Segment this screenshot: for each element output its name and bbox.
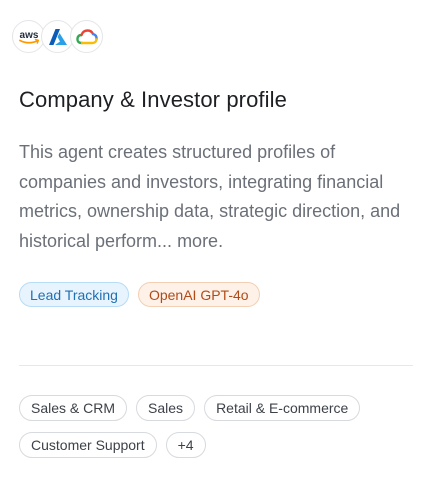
category-tags: Sales & CRM Sales Retail & E-commerce Cu… [19,395,419,458]
card-title: Company & Investor profile [19,87,287,112]
badge-row: Lead Tracking OpenAI GPT-4o [19,282,260,307]
divider [19,365,413,366]
provider-logos: aws [12,20,103,53]
more-link[interactable]: more. [177,231,223,251]
tag-sales[interactable]: Sales [136,395,196,421]
card-description: This agent creates structured profiles o… [19,138,411,256]
google-cloud-icon [70,20,103,53]
tag-sales-crm[interactable]: Sales & CRM [19,395,128,421]
tag-customer-support[interactable]: Customer Support [19,432,157,458]
agent-card[interactable]: aws Company & Investor profile This agen… [0,0,435,480]
model-badge: OpenAI GPT-4o [137,282,260,307]
more-tags-button[interactable]: +4 [165,432,206,458]
lead-tracking-badge: Lead Tracking [19,282,129,307]
tag-retail-ecommerce[interactable]: Retail & E-commerce [204,395,361,421]
